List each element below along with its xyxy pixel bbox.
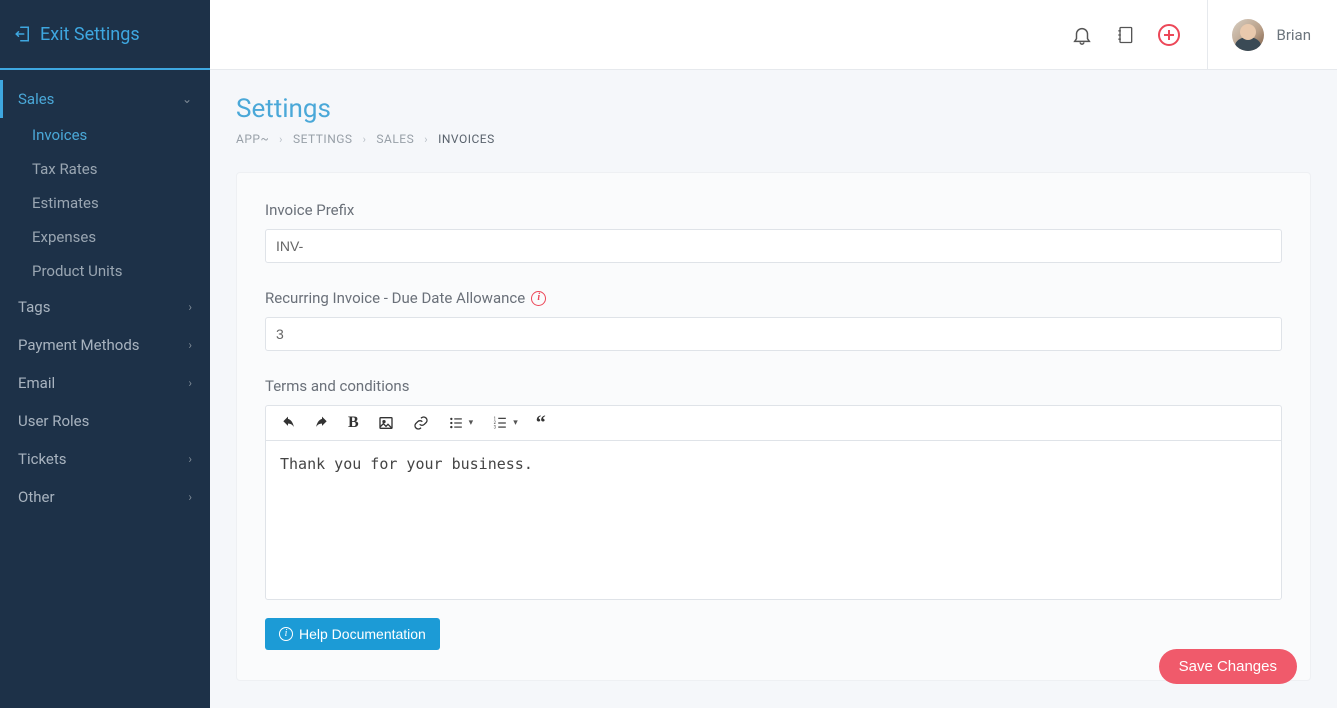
- nav-sub-item-estimates[interactable]: Estimates: [14, 186, 210, 220]
- nav-sub-label: Expenses: [32, 228, 96, 246]
- breadcrumbs: APP~ › SETTINGS › SALES › INVOICES: [236, 132, 1311, 146]
- exit-settings-link[interactable]: Exit Settings: [0, 0, 210, 70]
- nav-sub-label: Invoices: [32, 126, 87, 144]
- label-text: Recurring Invoice - Due Date Allowance: [265, 289, 525, 307]
- label-terms: Terms and conditions: [265, 377, 1282, 395]
- form-group-terms: Terms and conditions B ▾ 123 ▾ “: [265, 377, 1282, 600]
- info-icon[interactable]: i: [531, 291, 546, 306]
- bold-icon[interactable]: B: [348, 414, 359, 432]
- chevron-right-icon: ›: [279, 133, 283, 146]
- chevron-down-icon: ⌄: [182, 92, 192, 106]
- nav-sub-label: Product Units: [32, 262, 122, 280]
- chevron-right-icon: ›: [188, 452, 192, 466]
- nav-item-user-roles[interactable]: User Roles: [0, 402, 210, 440]
- notebook-icon[interactable]: [1115, 24, 1135, 46]
- form-group-invoice-prefix: Invoice Prefix: [265, 201, 1282, 263]
- ordered-list-icon[interactable]: 123 ▾: [491, 416, 518, 430]
- caret-down-icon: ▾: [513, 418, 518, 428]
- page-title: Settings: [236, 94, 1311, 124]
- nav-sub-label: Tax Rates: [32, 160, 97, 178]
- notifications-icon[interactable]: [1071, 24, 1093, 46]
- help-button-label: Help Documentation: [299, 626, 426, 642]
- top-icons: [1071, 23, 1181, 47]
- topbar: Brian: [210, 0, 1337, 70]
- nav-item-other[interactable]: Other ›: [0, 478, 210, 516]
- avatar: [1232, 19, 1264, 51]
- quote-icon[interactable]: “: [536, 418, 546, 428]
- breadcrumb-item[interactable]: SALES: [376, 132, 414, 146]
- nav-item-label: Tickets: [18, 450, 67, 468]
- main: Brian Settings APP~ › SETTINGS › SALES ›…: [210, 0, 1337, 708]
- chevron-right-icon: ›: [424, 133, 428, 146]
- nav-item-email[interactable]: Email ›: [0, 364, 210, 402]
- link-icon[interactable]: [413, 415, 429, 431]
- save-changes-button[interactable]: Save Changes: [1159, 649, 1297, 684]
- chevron-right-icon: ›: [363, 133, 367, 146]
- breadcrumb-item[interactable]: APP~: [236, 132, 269, 146]
- chevron-right-icon: ›: [188, 338, 192, 352]
- exit-icon: [14, 25, 32, 43]
- caret-down-icon: ▾: [469, 418, 474, 428]
- nav-item-payment-methods[interactable]: Payment Methods ›: [0, 326, 210, 364]
- breadcrumb-item[interactable]: SETTINGS: [293, 132, 353, 146]
- nav-sub-item-tax-rates[interactable]: Tax Rates: [14, 152, 210, 186]
- add-icon[interactable]: [1157, 23, 1181, 47]
- input-due-date-allowance[interactable]: [265, 317, 1282, 351]
- nav-item-label: Payment Methods: [18, 336, 140, 354]
- nav-sub-sales: Invoices Tax Rates Estimates Expenses Pr…: [0, 118, 210, 288]
- help-documentation-button[interactable]: i Help Documentation: [265, 618, 440, 650]
- nav-item-label: Other: [18, 488, 55, 506]
- editor-terms[interactable]: Thank you for your business.: [265, 440, 1282, 600]
- nav: Sales ⌄ Invoices Tax Rates Estimates Exp…: [0, 70, 210, 516]
- nav-item-tickets[interactable]: Tickets ›: [0, 440, 210, 478]
- redo-icon[interactable]: [314, 416, 330, 430]
- user-name: Brian: [1276, 26, 1311, 44]
- undo-icon[interactable]: [280, 416, 296, 430]
- image-icon[interactable]: [377, 415, 395, 431]
- unordered-list-icon[interactable]: ▾: [447, 416, 474, 430]
- label-due-date-allowance: Recurring Invoice - Due Date Allowance i: [265, 289, 1282, 307]
- nav-sub-item-product-units[interactable]: Product Units: [14, 254, 210, 288]
- editor-toolbar: B ▾ 123 ▾ “: [265, 405, 1282, 440]
- svg-text:3: 3: [494, 424, 497, 429]
- nav-item-label: Tags: [18, 298, 50, 316]
- chevron-right-icon: ›: [188, 490, 192, 504]
- breadcrumb-current: INVOICES: [438, 132, 495, 146]
- nav-sub-label: Estimates: [32, 194, 99, 212]
- form-group-due-date-allowance: Recurring Invoice - Due Date Allowance i: [265, 289, 1282, 351]
- nav-item-tags[interactable]: Tags ›: [0, 288, 210, 326]
- nav-item-label: User Roles: [18, 412, 89, 430]
- sidebar: Exit Settings Sales ⌄ Invoices Tax Rates…: [0, 0, 210, 708]
- nav-item-sales[interactable]: Sales ⌄: [0, 80, 210, 118]
- chevron-right-icon: ›: [188, 376, 192, 390]
- input-invoice-prefix[interactable]: [265, 229, 1282, 263]
- nav-item-label: Sales: [18, 90, 54, 108]
- user-menu[interactable]: Brian: [1207, 0, 1311, 69]
- info-icon: i: [279, 627, 293, 641]
- content: Settings APP~ › SETTINGS › SALES › INVOI…: [210, 70, 1337, 708]
- nav-item-label: Email: [18, 374, 55, 392]
- settings-panel: Invoice Prefix Recurring Invoice - Due D…: [236, 172, 1311, 681]
- label-invoice-prefix: Invoice Prefix: [265, 201, 1282, 219]
- chevron-right-icon: ›: [188, 300, 192, 314]
- nav-sub-item-invoices[interactable]: Invoices: [14, 118, 210, 152]
- exit-settings-label: Exit Settings: [40, 24, 140, 45]
- nav-sub-item-expenses[interactable]: Expenses: [14, 220, 210, 254]
